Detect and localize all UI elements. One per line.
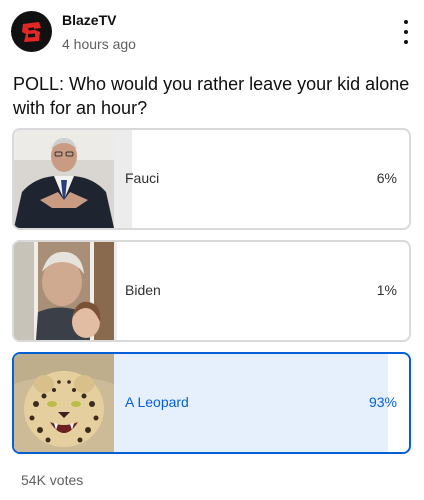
poll-option-label: Fauci [125,170,160,186]
poll-option-percent: 6% [376,170,397,186]
poll-question: POLL: Who would you rather leave your ki… [13,74,410,118]
poll-option-label: Biden [125,282,161,298]
poll-option-percent: 1% [376,282,397,298]
poll-option-biden[interactable]: Biden 1% [12,240,411,342]
menu-dot [404,20,408,24]
biden-photo [14,242,114,340]
channel-name[interactable]: BlazeTV [62,12,116,28]
poll-option-fauci[interactable]: Fauci 6% [12,128,411,230]
blaze-logo-icon [21,21,41,42]
post-header: BlazeTV 4 hours ago [0,0,424,64]
fauci-photo [14,130,114,228]
post-timestamp: 4 hours ago [62,36,136,52]
menu-dot [404,40,408,44]
leopard-photo [14,354,114,452]
more-vert-icon[interactable] [396,20,416,44]
channel-avatar[interactable] [11,11,52,52]
poll-option-percent: 93% [368,394,397,410]
poll-option-leopard[interactable]: A Leopard 93% [12,352,411,454]
menu-dot [404,30,408,34]
poll-option-label: A Leopard [125,394,189,410]
poll-vote-count: 54K votes [21,472,84,488]
